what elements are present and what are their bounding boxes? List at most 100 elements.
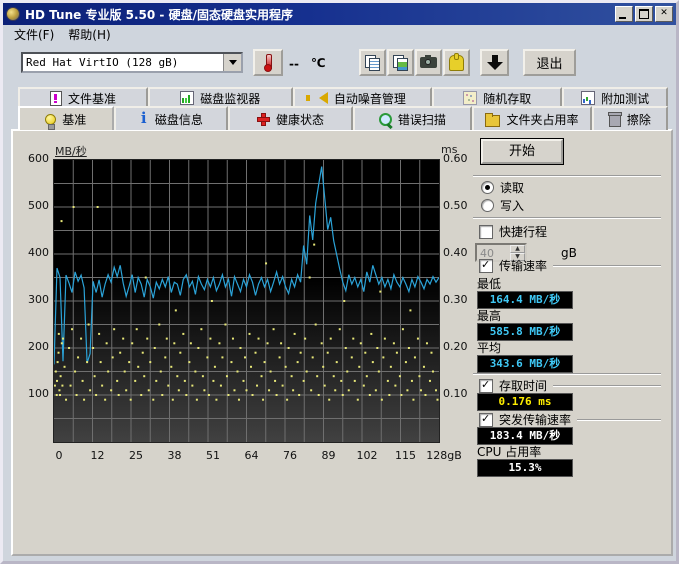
drive-select-value: Red Hat VirtIO (128 gB) [23, 56, 223, 69]
avg-label: 平均 [477, 339, 501, 356]
burst-rate-row[interactable]: 突发传输速率 [479, 411, 661, 428]
short-stroke-label: 快捷行程 [499, 223, 547, 240]
axis-tick: 0.20 [443, 340, 468, 353]
save-results-button[interactable] [480, 49, 509, 76]
tab-label: 文件夹占用率 [506, 111, 578, 128]
app-window: HD Tune 专业版 5.50 - 硬盘/固态硬盘实用程序 文件(F) 帮助(… [0, 0, 679, 564]
camera-icon [420, 57, 437, 68]
tab-aam[interactable]: 自动噪音管理 [293, 87, 433, 107]
axis-tick: 0.10 [443, 387, 468, 400]
transfer-rate-row[interactable]: 传输速率 [479, 257, 661, 274]
thermometer-icon [264, 54, 272, 72]
options-button[interactable] [443, 49, 470, 76]
tab-label: 磁盘信息 [155, 111, 203, 128]
copy-image-icon [393, 55, 409, 71]
axis-tick: 600 [21, 152, 49, 165]
temperature-button[interactable] [253, 49, 283, 76]
tab-benchmark[interactable]: 基准 [18, 106, 114, 130]
tab-label: 自动噪音管理 [334, 90, 406, 107]
tab-label: 健康状态 [276, 111, 324, 128]
drive-select[interactable]: Red Hat VirtIO (128 gB) [21, 52, 243, 73]
write-radio[interactable] [481, 199, 494, 212]
burst-rate-checkbox[interactable] [479, 413, 493, 427]
cpu-usage-value: 15.3% [477, 459, 573, 477]
axis-tick: 0 [39, 449, 79, 462]
short-stroke-checkbox[interactable] [479, 225, 493, 239]
min-label: 最低 [477, 275, 501, 292]
toolbar: Red Hat VirtIO (128 gB) -- ℃ 退出 [3, 44, 676, 82]
copy-text-icon [365, 55, 381, 71]
start-button[interactable]: 开始 [481, 139, 563, 164]
tab-erase[interactable]: 擦除 [592, 106, 668, 130]
write-radio-row[interactable]: 写入 [481, 197, 524, 214]
disk-monitor-icon [180, 91, 194, 105]
axis-tick: 12 [78, 449, 118, 462]
speaker-icon [319, 92, 328, 104]
copy-text-button[interactable] [359, 49, 386, 76]
transfer-rate-checkbox[interactable] [479, 259, 493, 273]
window-title: HD Tune 专业版 5.50 - 硬盘/固态硬盘实用程序 [25, 6, 613, 23]
tab-row-secondary: 文件基准 磁盘监视器 自动噪音管理 随机存取 附加测试 [18, 87, 668, 107]
tab-label: 附加测试 [601, 90, 649, 107]
tab-file-benchmark[interactable]: 文件基准 [18, 87, 148, 107]
axis-tick: 0.50 [443, 199, 468, 212]
short-stroke-row[interactable]: 快捷行程 [479, 223, 547, 240]
access-time-value: 0.176 ms [477, 393, 573, 411]
axis-tick: 0.30 [443, 293, 468, 306]
axis-tick: 89 [309, 449, 349, 462]
axis-tick: 76 [270, 449, 310, 462]
read-radio[interactable] [481, 181, 494, 194]
access-time-label: 存取时间 [499, 377, 547, 394]
temperature-value: -- [289, 57, 299, 71]
avg-value: 343.6 MB/秒 [477, 355, 573, 373]
tab-health[interactable]: 健康状态 [228, 106, 352, 130]
tab-error-scan[interactable]: 错误扫描 [353, 106, 473, 130]
minimize-button[interactable] [615, 6, 633, 22]
access-time-row[interactable]: 存取时间 [479, 377, 661, 394]
axis-tick: 25 [116, 449, 156, 462]
axis-tick: 0.60 [443, 152, 468, 165]
axis-tick: 102 [347, 449, 387, 462]
max-label: 最高 [477, 307, 501, 324]
benchmark-page: MB/秒 ms 600500400300200100 0.600.500.400… [11, 129, 673, 556]
axis-tick: 64 [232, 449, 272, 462]
transfer-rate-label: 传输速率 [499, 257, 547, 274]
tab-label: 擦除 [627, 111, 651, 128]
menu-bar: 文件(F) 帮助(H) [3, 25, 676, 45]
copy-image-button[interactable] [387, 49, 414, 76]
read-radio-row[interactable]: 读取 [481, 179, 524, 196]
arrow-down-icon [487, 55, 503, 71]
bulb-icon [45, 114, 56, 125]
tab-folder-usage[interactable]: 文件夹占用率 [472, 106, 592, 130]
tab-extra-tests[interactable]: 附加测试 [562, 87, 668, 107]
maximize-button[interactable] [635, 6, 653, 22]
menu-file[interactable]: 文件(F) [7, 24, 61, 45]
axis-tick: 38 [155, 449, 195, 462]
axis-tick: 300 [21, 293, 49, 306]
left-axis-label: MB/秒 [55, 143, 87, 159]
dropdown-arrow-icon[interactable] [223, 54, 241, 71]
axis-tick: 0.40 [443, 246, 468, 259]
benchmark-chart [53, 159, 440, 443]
axis-tick: 51 [193, 449, 233, 462]
access-time-checkbox[interactable] [479, 379, 493, 393]
cpu-usage-label: CPU 占用率 [477, 443, 541, 460]
info-icon [139, 112, 149, 126]
tab-label: 磁盘监视器 [200, 90, 260, 107]
tab-disk-monitor[interactable]: 磁盘监视器 [148, 87, 293, 107]
tab-disk-info[interactable]: 磁盘信息 [114, 106, 229, 130]
magnifier-icon [379, 113, 392, 126]
folder-icon [485, 115, 500, 127]
menu-help[interactable]: 帮助(H) [61, 24, 117, 45]
tab-label: 文件基准 [68, 90, 116, 107]
close-button[interactable] [655, 6, 673, 22]
title-bar: HD Tune 专业版 5.50 - 硬盘/固态硬盘实用程序 [3, 3, 676, 25]
screenshot-button[interactable] [415, 49, 442, 76]
hand-icon [449, 55, 464, 71]
exit-button[interactable]: 退出 [523, 49, 576, 76]
trash-icon [609, 114, 621, 127]
tab-random-access[interactable]: 随机存取 [432, 87, 562, 107]
axis-tick: 128gB [424, 449, 464, 462]
tab-label: 错误扫描 [398, 111, 446, 128]
hdtune-logo-icon [6, 7, 20, 21]
